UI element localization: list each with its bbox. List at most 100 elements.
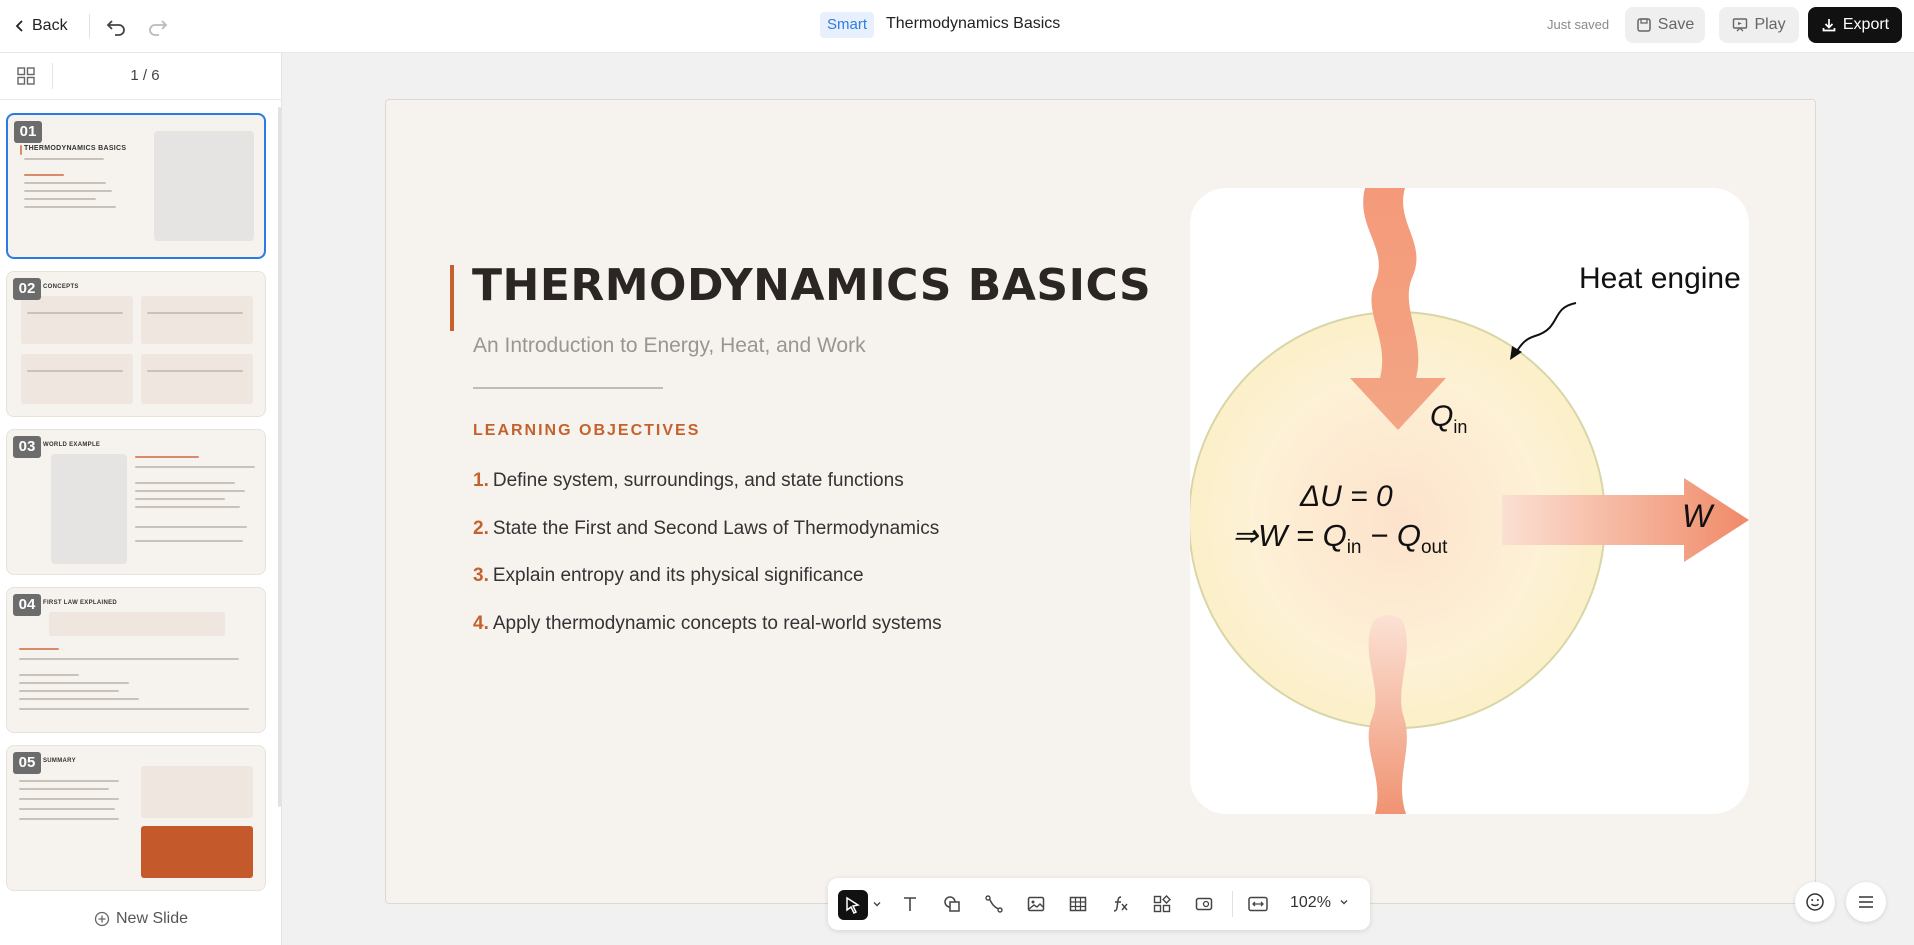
divider-rule: [473, 387, 663, 389]
fit-to-screen-button[interactable]: [1244, 890, 1272, 918]
thumb-card: [21, 354, 133, 404]
thumb-accent: [20, 145, 22, 155]
chevron-left-icon: [15, 20, 23, 32]
new-slide-button[interactable]: New Slide: [0, 910, 282, 928]
function-icon: [1113, 896, 1128, 912]
equation-work-mid: − Q: [1361, 518, 1421, 553]
back-label: Back: [32, 17, 68, 34]
objective-item[interactable]: 4. Apply thermodynamic concepts to real-w…: [473, 613, 942, 635]
objective-item[interactable]: 1. Define system, surroundings, and state…: [473, 470, 904, 492]
slide-number: 02: [13, 278, 41, 300]
slide-title[interactable]: THERMODYNAMICS BASICS: [472, 260, 1151, 311]
thumb-line: [135, 456, 199, 458]
thumb-line: [135, 540, 243, 542]
chevron-down-icon: [1340, 900, 1348, 905]
thumb-line: [24, 198, 96, 200]
media-tool[interactable]: [1190, 890, 1218, 918]
undo-icon[interactable]: [104, 14, 128, 38]
thumb-card: [141, 296, 253, 344]
thumb-line: [147, 312, 243, 314]
new-slide-label: New Slide: [115, 910, 189, 927]
thumb-line: [135, 482, 235, 484]
objective-item[interactable]: 2. State the First and Second Laws of The…: [473, 518, 939, 540]
q-in-symbol: Q: [1430, 400, 1454, 433]
widgets-icon: [1153, 895, 1171, 913]
slide-thumbnail-1[interactable]: 01 THERMODYNAMICS BASICS: [6, 113, 266, 259]
thumb-line: [19, 808, 115, 810]
components-tool[interactable]: [1148, 890, 1176, 918]
objective-number: 4.: [473, 613, 489, 634]
thumb-title: WORLD EXAMPLE: [43, 442, 101, 448]
objective-text: Apply thermodynamic concepts to real-wor…: [492, 613, 942, 634]
thumb-line: [135, 526, 247, 528]
back-button[interactable]: Back: [14, 12, 68, 40]
play-icon: [1733, 18, 1748, 32]
slide-thumbnail-2[interactable]: 02 CONCEPTS: [6, 271, 266, 417]
plus-circle-icon: [94, 911, 110, 927]
table-icon: [1069, 896, 1087, 912]
objective-number: 2.: [473, 518, 489, 539]
feedback-button[interactable]: [1795, 882, 1835, 922]
formula-tool[interactable]: [1106, 890, 1134, 918]
slide-sidebar: 1 / 6 01 THERMODYNAMICS BASICS 02 CONCEP…: [0, 53, 282, 945]
slide-number: 04: [13, 594, 41, 616]
save-button[interactable]: Save: [1625, 7, 1705, 43]
top-bar: Back Smart Thermodynamics Basics Just sa…: [0, 0, 1914, 53]
thumb-highlight-card: [141, 826, 253, 878]
thumb-card: [21, 296, 133, 344]
thumb-line: [135, 466, 255, 468]
select-tool[interactable]: [838, 890, 868, 920]
document-title[interactable]: Thermodynamics Basics: [886, 15, 1060, 33]
connector-icon: [985, 895, 1003, 913]
thumb-formula-box: [49, 612, 225, 636]
connector-tool[interactable]: [980, 890, 1008, 918]
objective-number: 3.: [473, 565, 489, 586]
objective-text: Define system, surroundings, and state f…: [492, 470, 904, 491]
slide-subtitle[interactable]: An Introduction to Energy, Heat, and Wor…: [473, 334, 866, 358]
thumb-line: [27, 312, 123, 314]
smiley-icon: [1806, 893, 1824, 911]
shapes-icon: [944, 896, 960, 912]
select-mode-dropdown[interactable]: [870, 890, 884, 918]
objective-number: 1.: [473, 470, 489, 491]
text-tool[interactable]: [896, 890, 924, 918]
menu-button[interactable]: [1846, 882, 1886, 922]
thumb-image-placeholder: [154, 131, 254, 241]
mode-badge[interactable]: Smart: [820, 12, 875, 38]
shape-tool[interactable]: [938, 890, 966, 918]
sidebar-scrollbar[interactable]: [278, 107, 281, 807]
save-icon: [1637, 18, 1651, 32]
thumb-line: [19, 788, 109, 790]
objectives-heading[interactable]: LEARNING OBJECTIVES: [473, 422, 700, 440]
thumb-line: [19, 690, 119, 692]
thumb-line: [19, 780, 119, 782]
slide-thumbnail-4[interactable]: 04 FIRST LAW EXPLAINED: [6, 587, 266, 733]
thumb-line: [135, 506, 240, 508]
image-tool[interactable]: [1022, 890, 1050, 918]
editing-toolbar: 102%: [828, 878, 1370, 930]
objective-item[interactable]: 3. Explain entropy and its physical signi…: [473, 565, 864, 587]
thumb-line: [24, 182, 106, 184]
play-button[interactable]: Play: [1719, 7, 1799, 43]
slide-canvas[interactable]: THERMODYNAMICS BASICS An Introduction to…: [385, 99, 1816, 904]
slide-number: 03: [13, 436, 41, 458]
grid-view-icon[interactable]: [16, 66, 36, 86]
zoom-level: 102%: [1290, 894, 1331, 911]
media-icon: [1195, 897, 1213, 911]
objective-text: Explain entropy and its physical signifi…: [492, 565, 864, 586]
download-icon: [1822, 19, 1836, 32]
sidebar-header: 1 / 6: [0, 53, 282, 100]
table-tool[interactable]: [1064, 890, 1092, 918]
zoom-control[interactable]: 102%: [1290, 894, 1349, 912]
slide-thumbnail-5[interactable]: 05 SUMMARY: [6, 745, 266, 891]
text-icon: [904, 897, 916, 911]
thumb-line: [19, 798, 119, 800]
redo-icon[interactable]: [146, 14, 170, 38]
thumb-line: [24, 206, 116, 208]
export-button[interactable]: Export: [1808, 7, 1902, 43]
equation-work: ⇒W = Qin − Qout: [1232, 518, 1447, 559]
thumb-title: SUMMARY: [43, 758, 76, 764]
heat-engine-diagram[interactable]: Heat engine Qin W ΔU = 0 ⇒W = Qin − Qout: [1190, 188, 1749, 814]
chevron-down-icon: [873, 902, 881, 907]
slide-thumbnail-3[interactable]: 03 WORLD EXAMPLE: [6, 429, 266, 575]
